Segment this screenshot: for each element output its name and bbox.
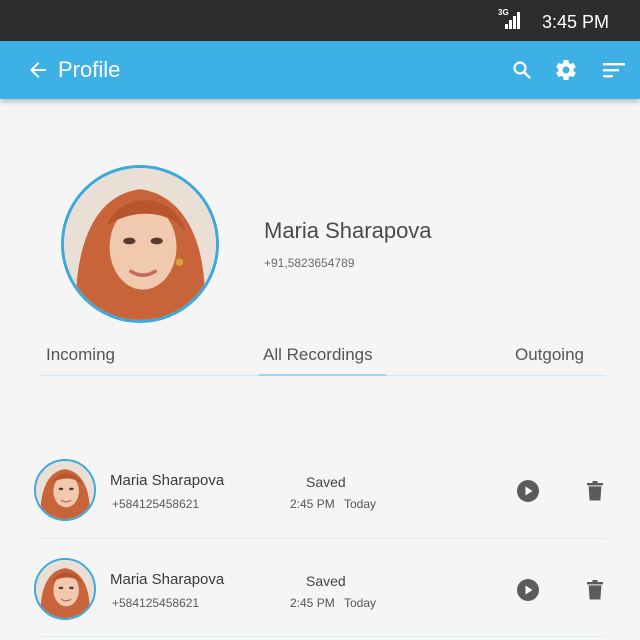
status-bar: 3G 3:45 PM bbox=[0, 0, 640, 41]
recording-contact-phone: +584125458621 bbox=[112, 596, 200, 610]
profile-phone: +91,5823654789 bbox=[264, 256, 355, 270]
recording-status: Saved bbox=[306, 474, 346, 490]
tab-active-indicator bbox=[259, 374, 386, 376]
recording-avatar bbox=[34, 459, 96, 521]
recording-day: Today bbox=[344, 596, 377, 610]
recording-status: Saved bbox=[306, 573, 346, 589]
row-divider bbox=[41, 636, 606, 637]
recording-time: 2:45 PM bbox=[290, 497, 335, 511]
sort-icon[interactable] bbox=[602, 58, 626, 82]
tab-outgoing[interactable]: Outgoing bbox=[515, 344, 584, 366]
profile-avatar bbox=[61, 165, 219, 323]
signal-icon: 3G bbox=[498, 9, 520, 29]
delete-icon[interactable] bbox=[586, 481, 604, 501]
page-title: Profile bbox=[58, 57, 121, 82]
play-icon[interactable] bbox=[517, 579, 539, 601]
profile-name: Maria Sharapova bbox=[264, 218, 432, 243]
search-icon[interactable] bbox=[510, 58, 534, 82]
recording-contact-name: Maria Sharapova bbox=[110, 571, 225, 588]
recording-contact-phone: +584125458621 bbox=[112, 497, 200, 511]
network-type-label: 3G bbox=[498, 8, 509, 17]
recording-contact-name: Maria Sharapova bbox=[110, 472, 225, 489]
delete-icon[interactable] bbox=[586, 580, 604, 600]
recording-time: 2:45 PM bbox=[290, 596, 335, 610]
status-clock: 3:45 PM bbox=[542, 12, 610, 32]
gear-icon[interactable] bbox=[554, 58, 578, 82]
recording-avatar bbox=[34, 558, 96, 620]
tab-all-recordings[interactable]: All Recordings bbox=[263, 344, 373, 366]
back-arrow-icon[interactable] bbox=[26, 58, 50, 82]
app-bar: Profile bbox=[0, 41, 640, 99]
row-divider bbox=[41, 538, 606, 539]
recording-day: Today bbox=[344, 497, 377, 511]
play-icon[interactable] bbox=[517, 480, 539, 502]
tab-incoming[interactable]: Incoming bbox=[46, 344, 115, 366]
